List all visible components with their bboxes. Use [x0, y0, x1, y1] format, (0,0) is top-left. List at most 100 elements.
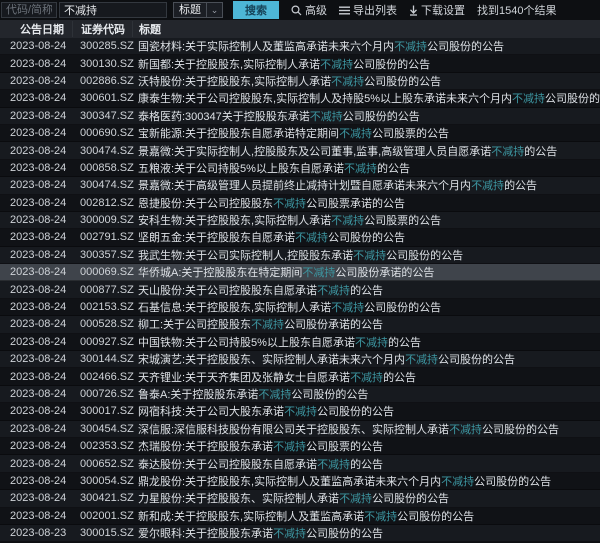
row-date: 2023-08-24 — [0, 371, 72, 383]
table-row[interactable]: 2023-08-24002001.SZ新和成:关于控股股东,实际控制人及董监高承… — [0, 508, 600, 525]
table-row[interactable]: 2023-08-24002886.SZ沃特股份:关于控股股东,实际控制人承诺不减… — [0, 73, 600, 90]
header-date[interactable]: 公告日期 — [0, 21, 72, 37]
table-row[interactable]: 2023-08-24000858.SZ五粮液:关于公司持股5%以上股东自愿承诺不… — [0, 160, 600, 177]
highlight-term: 不减持 — [512, 93, 545, 105]
row-code: 002001.SZ — [72, 510, 132, 522]
row-code: 300454.SZ — [72, 423, 132, 435]
download-settings-button[interactable]: 下载设置 — [409, 2, 465, 18]
row-code: 002466.SZ — [72, 371, 132, 383]
table-row[interactable]: 2023-08-23300015.SZ爱尔眼科:关于控股股东承诺不减持公司股份的… — [0, 525, 600, 542]
table-row[interactable]: 2023-08-24000528.SZ柳工:关于公司控股股东不减持公司股份承诺的… — [0, 316, 600, 333]
table-row[interactable]: 2023-08-24000652.SZ泰达股份:关于公司控股股东自愿承诺不减持的… — [0, 455, 600, 472]
row-title: 我武生物:关于公司实际控制人,控股股东承诺不减持公司股份的公告 — [132, 247, 600, 263]
row-title: 鼎龙股份:关于控股股东,实际控制人及董监高承诺未来六个月内不减持公司股份的公告 — [132, 473, 600, 489]
export-list-label: 导出列表 — [353, 2, 397, 18]
advanced-search-button[interactable]: 高级 — [291, 2, 327, 18]
row-date: 2023-08-24 — [0, 336, 72, 348]
row-title: 天山股份:关于公司控股股东自愿承诺不减持的公告 — [132, 282, 600, 298]
row-title: 爱尔眼科:关于控股股东承诺不减持公司股份的公告 — [132, 525, 600, 541]
highlight-term: 不减持 — [273, 528, 306, 540]
row-date: 2023-08-24 — [0, 301, 72, 313]
row-code: 300017.SZ — [72, 405, 132, 417]
row-date: 2023-08-24 — [0, 58, 72, 70]
highlight-term: 不减持 — [317, 285, 350, 297]
row-title: 石基信息:关于控股股东,实际控制人承诺不减持公司股份的公告 — [132, 299, 600, 315]
header-code[interactable]: 证券代码 — [72, 21, 132, 37]
row-date: 2023-08-24 — [0, 110, 72, 122]
row-title: 宋城演艺:关于控股股东、实际控制人承诺未来六个月内不减持公司股份的公告 — [132, 351, 600, 367]
row-title: 五粮液:关于公司持股5%以上股东自愿承诺不减持的公告 — [132, 160, 600, 176]
highlight-term: 不减持 — [258, 389, 291, 401]
header-title[interactable]: 标题 — [132, 21, 600, 37]
advanced-label: 高级 — [305, 2, 327, 18]
table-row[interactable]: 2023-08-24300357.SZ我武生物:关于公司实际控制人,控股股东承诺… — [0, 247, 600, 264]
download-icon — [409, 5, 418, 16]
highlight-term: 不减持 — [251, 319, 284, 331]
table-row[interactable]: 2023-08-24300009.SZ安科生物:关于控股股东,实际控制人承诺不减… — [0, 212, 600, 229]
row-date: 2023-08-24 — [0, 145, 72, 157]
field-select-label: 标题 — [173, 2, 207, 18]
table-row[interactable]: 2023-08-24300054.SZ鼎龙股份:关于控股股东,实际控制人及董监高… — [0, 473, 600, 490]
table-row[interactable]: 2023-08-24000069.SZ华侨城A:关于控股股东在特定期间不减持公司… — [0, 264, 600, 281]
row-code: 000858.SZ — [72, 162, 132, 174]
table-row[interactable]: 2023-08-24002353.SZ杰瑞股份:关于控股股东承诺不减持公司股票的… — [0, 438, 600, 455]
row-code: 300347.SZ — [72, 110, 132, 122]
highlight-term: 不减持 — [331, 215, 364, 227]
results-count: 找到1540个结果 — [477, 2, 556, 18]
row-date: 2023-08-24 — [0, 127, 72, 139]
table-row[interactable]: 2023-08-24002153.SZ石基信息:关于控股股东,实际控制人承诺不减… — [0, 299, 600, 316]
highlight-term: 不减持 — [310, 111, 343, 123]
highlight-term: 不减持 — [273, 198, 306, 210]
table-row[interactable]: 2023-08-24300130.SZ新国都:关于控股股东,实际控制人承诺不减持… — [0, 55, 600, 72]
table-row[interactable]: 2023-08-24300601.SZ康泰生物:关于公司控股股东,实际控制人及持… — [0, 90, 600, 107]
table-row[interactable]: 2023-08-24000726.SZ鲁泰A:关于控股股东承诺不减持公司股份的公… — [0, 386, 600, 403]
row-date: 2023-08-24 — [0, 162, 72, 174]
row-title: 景嘉微:关于实际控制人,控股股东及公司董事,监事,高级管理人员自愿承诺不减持的公… — [132, 143, 600, 159]
table-row[interactable]: 2023-08-24300474.SZ景嘉微:关于高级管理人员提前终止减持计划暨… — [0, 177, 600, 194]
field-select[interactable]: 标题 ⌄ — [173, 2, 223, 18]
table-row[interactable]: 2023-08-24000927.SZ中国铁物:关于公司持股5%以上股东自愿承诺… — [0, 334, 600, 351]
row-title: 泰达股份:关于公司控股股东自愿承诺不减持的公告 — [132, 456, 600, 472]
highlight-term: 不减持 — [284, 406, 317, 418]
row-title: 康泰生物:关于公司控股股东,实际控制人及持股5%以上股东承诺未来六个月内不减持公… — [132, 90, 600, 106]
table-row[interactable]: 2023-08-24000877.SZ天山股份:关于公司控股股东自愿承诺不减持的… — [0, 281, 600, 298]
table-row[interactable]: 2023-08-24300144.SZ宋城演艺:关于控股股东、实际控制人承诺未来… — [0, 351, 600, 368]
table-row[interactable]: 2023-08-24300017.SZ网宿科技:关于公司大股东承诺不减持公司股份… — [0, 403, 600, 420]
highlight-term: 不减持 — [394, 41, 427, 53]
toolbar: 标题 ⌄ 搜索 高级 导出列表 下载设置 找到1540个结果 — [0, 0, 600, 20]
row-title: 景嘉微:关于高级管理人员提前终止减持计划暨自愿承诺未来六个月内不减持的公告 — [132, 177, 600, 193]
highlight-term: 不减持 — [317, 459, 350, 471]
row-date: 2023-08-24 — [0, 266, 72, 278]
row-title: 力星股份:关于控股股东、实际控制人承诺不减持公司股份的公告 — [132, 490, 600, 506]
row-title: 柳工:关于公司控股股东不减持公司股份承诺的公告 — [132, 316, 600, 332]
highlight-term: 不减持 — [331, 302, 364, 314]
row-date: 2023-08-24 — [0, 405, 72, 417]
row-code: 300009.SZ — [72, 214, 132, 226]
row-code: 300054.SZ — [72, 475, 132, 487]
row-code: 300285.SZ — [72, 40, 132, 52]
table-row[interactable]: 2023-08-24300454.SZ深信服:深信服科技股份有限公司关于控股股东… — [0, 421, 600, 438]
table-row[interactable]: 2023-08-24300285.SZ国瓷材料:关于实际控制人及董监高承诺未来六… — [0, 38, 600, 55]
row-title: 坚朗五金:关于控股股东自愿承诺不减持公司股份的公告 — [132, 229, 600, 245]
highlight-term: 不减持 — [350, 372, 383, 384]
table-row[interactable]: 2023-08-24300474.SZ景嘉微:关于实际控制人,控股股东及公司董事… — [0, 142, 600, 159]
chevron-down-icon[interactable]: ⌄ — [207, 2, 223, 18]
search-button[interactable]: 搜索 — [233, 1, 279, 19]
row-title: 泰格医药:300347关于控股股东承诺不减持公司股份的公告 — [132, 108, 600, 124]
table-row[interactable]: 2023-08-24002812.SZ恩捷股份:关于公司控股股东不减持公司股票承… — [0, 195, 600, 212]
download-settings-label: 下载设置 — [421, 2, 465, 18]
row-code: 000528.SZ — [72, 318, 132, 330]
row-title: 宝新能源:关于控股股东自愿承诺特定期间不减持公司股票的公告 — [132, 125, 600, 141]
highlight-term: 不减持 — [355, 337, 388, 349]
row-date: 2023-08-24 — [0, 40, 72, 52]
table-row[interactable]: 2023-08-24300421.SZ力星股份:关于控股股东、实际控制人承诺不减… — [0, 490, 600, 507]
table-row[interactable]: 2023-08-24000690.SZ宝新能源:关于控股股东自愿承诺特定期间不减… — [0, 125, 600, 142]
table-row[interactable]: 2023-08-24002791.SZ坚朗五金:关于控股股东自愿承诺不减持公司股… — [0, 229, 600, 246]
code-input[interactable] — [1, 2, 57, 18]
row-code: 000726.SZ — [72, 388, 132, 400]
export-list-button[interactable]: 导出列表 — [339, 2, 397, 18]
table-row[interactable]: 2023-08-24300347.SZ泰格医药:300347关于控股股东承诺不减… — [0, 108, 600, 125]
highlight-term: 不减持 — [320, 59, 353, 71]
keyword-input[interactable] — [59, 2, 167, 18]
table-row[interactable]: 2023-08-24002466.SZ天齐锂业:关于天齐集团及张静女士自愿承诺不… — [0, 368, 600, 385]
